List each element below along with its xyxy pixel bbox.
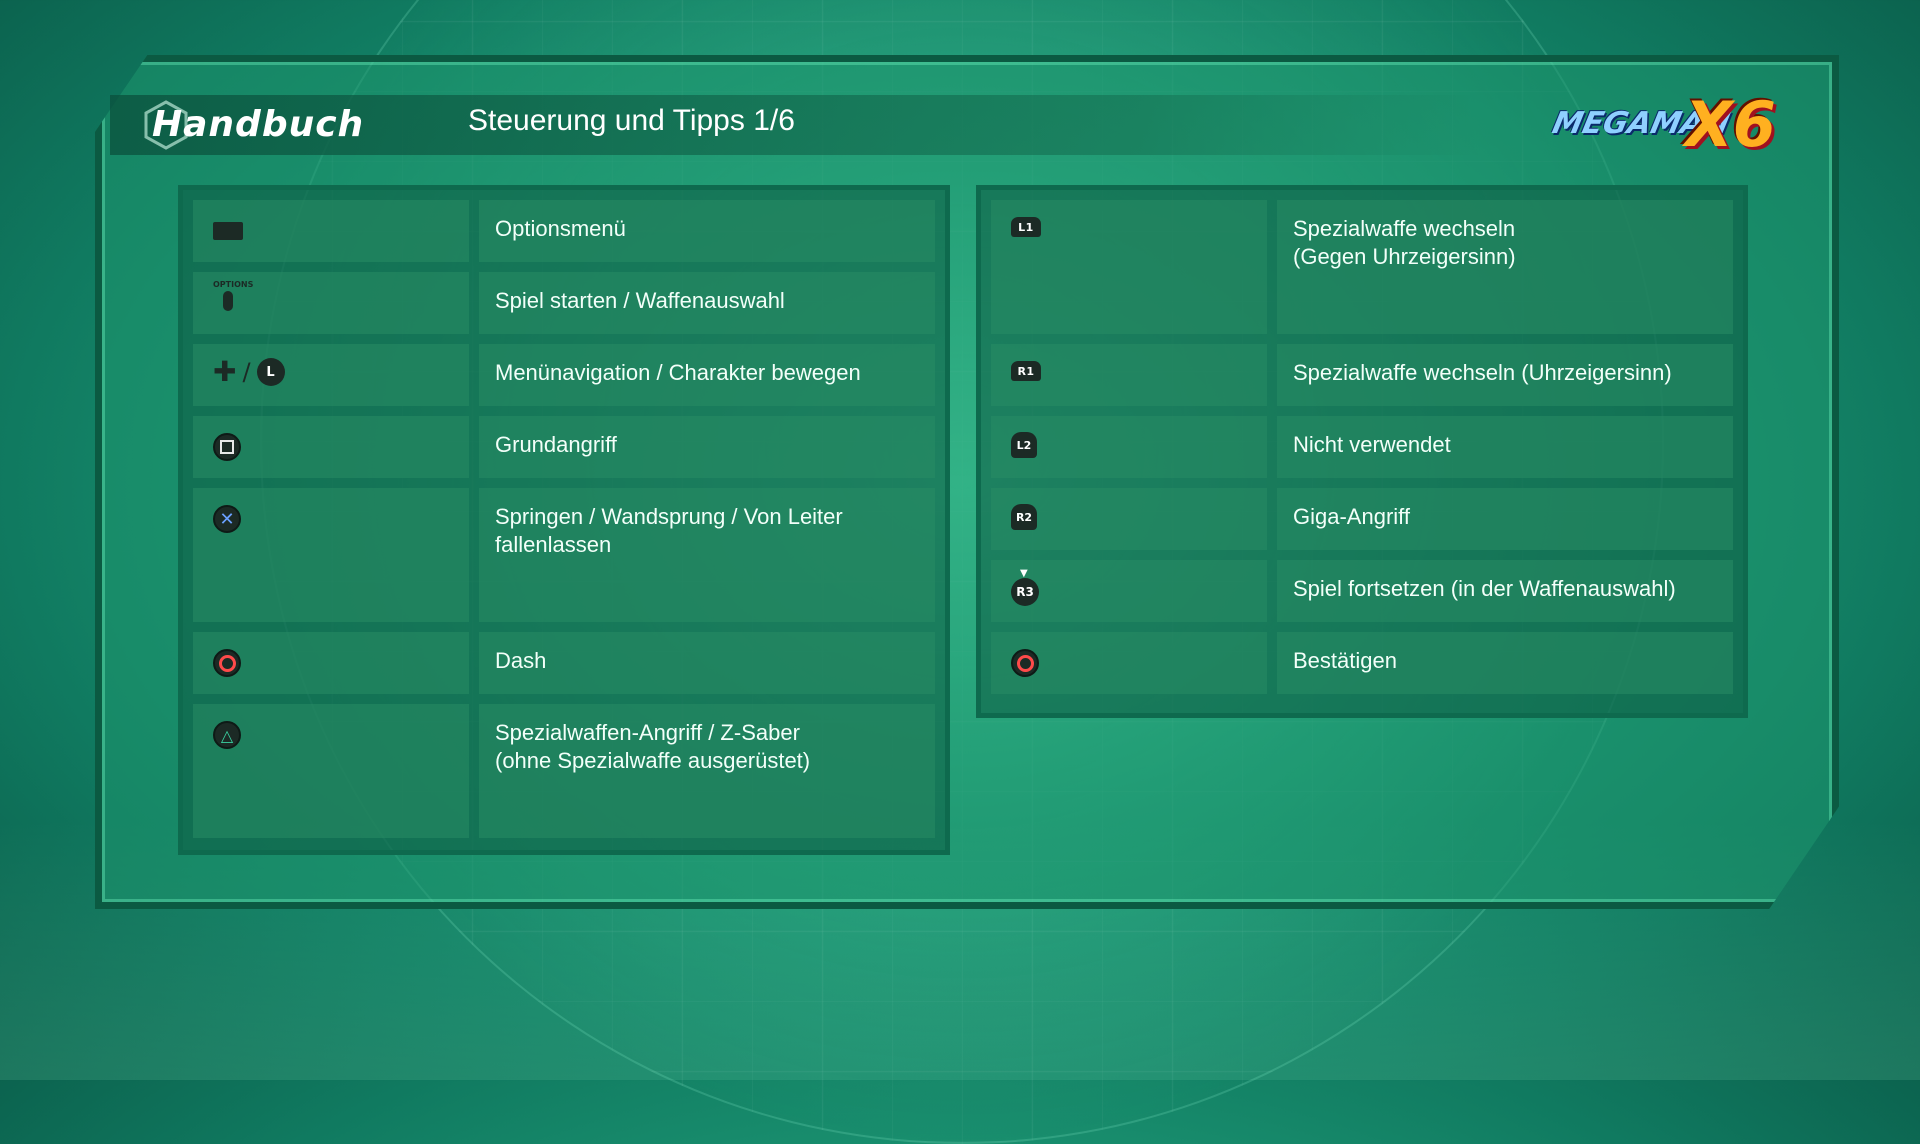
control-label: Spezialwaffe wechseln (Gegen Uhrzeigersi…	[1293, 216, 1516, 269]
control-label: Nicht verwendet	[1293, 432, 1451, 457]
control-row: △ Spezialwaffen-Angriff / Z-Saber (ohne …	[193, 704, 935, 838]
circle-button-icon	[1011, 649, 1039, 677]
control-label: Springen / Wandsprung / Von Leiter falle…	[495, 504, 843, 557]
control-icon-cell	[193, 416, 469, 478]
left-stick-icon: L	[256, 358, 285, 386]
control-row: ✚ / L Menünavigation / Charakter bewegen	[193, 344, 935, 406]
control-label-cell: Dash	[479, 632, 935, 694]
controls-table-right: L1 Spezialwaffe wechseln (Gegen Uhrzeige…	[976, 185, 1748, 718]
page-subtitle: Steuerung und Tipps 1/6	[468, 104, 795, 137]
control-label-cell: Spezialwaffen-Angriff / Z-Saber (ohne Sp…	[479, 704, 935, 838]
control-label: Spezialwaffen-Angriff / Z-Saber (ohne Sp…	[495, 720, 811, 773]
dpad-icon: ✚	[213, 355, 237, 388]
control-icon-cell	[991, 632, 1267, 694]
control-label: Giga-Angriff	[1293, 504, 1410, 529]
r2-button-icon: R2	[1011, 504, 1037, 530]
control-icon-cell: ✚ / L	[193, 344, 469, 406]
control-label: Menünavigation / Charakter bewegen	[495, 360, 861, 385]
control-icon-cell: ✕	[193, 488, 469, 622]
control-label: Spiel starten / Waffenauswahl	[495, 288, 785, 313]
press-down-arrow-icon: ▼	[1020, 568, 1028, 579]
logo-text-x6: X6	[1685, 88, 1776, 161]
control-label: Grundangriff	[495, 432, 617, 457]
dpad-or-left-stick-icon: ✚ / L	[213, 358, 285, 386]
control-label-cell: Springen / Wandsprung / Von Leiter falle…	[479, 488, 935, 622]
square-button-icon	[213, 433, 241, 461]
control-label-cell: Bestätigen	[1277, 632, 1733, 694]
touchpad-button-icon	[213, 222, 243, 240]
control-row: R2 Giga-Angriff	[991, 488, 1733, 550]
control-label-cell: Nicht verwendet	[1277, 416, 1733, 478]
control-row: Dash	[193, 632, 935, 694]
control-icon-cell: R1	[991, 344, 1267, 406]
r1-button-icon: R1	[1011, 361, 1041, 381]
control-label-cell: Spiel starten / Waffenauswahl	[479, 272, 935, 334]
control-label: Bestätigen	[1293, 648, 1397, 673]
control-icon-cell	[193, 200, 469, 262]
control-row: L1 Spezialwaffe wechseln (Gegen Uhrzeige…	[991, 200, 1733, 334]
r3-button-icon: ▼ R3	[1011, 568, 1039, 606]
control-label-cell: Menünavigation / Charakter bewegen	[479, 344, 935, 406]
control-row: OPTIONS Spiel starten / Waffenauswahl	[193, 272, 935, 334]
options-button-icon: OPTIONS	[213, 280, 253, 311]
control-row: ▼ R3 Spiel fortsetzen (in der Waffenausw…	[991, 560, 1733, 622]
control-label: Spezialwaffe wechseln (Uhrzeigersinn)	[1293, 360, 1672, 385]
triangle-button-icon: △	[213, 721, 241, 749]
control-row: ✕ Springen / Wandsprung / Von Leiter fal…	[193, 488, 935, 622]
control-icon-cell: R2	[991, 488, 1267, 550]
control-icon-cell: ▼ R3	[991, 560, 1267, 622]
control-label-cell: Spezialwaffe wechseln (Uhrzeigersinn)	[1277, 344, 1733, 406]
control-label-cell: Spiel fortsetzen (in der Waffenauswahl)	[1277, 560, 1733, 622]
manual-title: Handbuch	[152, 104, 365, 145]
control-label: Dash	[495, 648, 547, 673]
circle-button-icon	[213, 649, 241, 677]
cross-button-icon: ✕	[213, 505, 241, 533]
control-row: Optionsmenü	[193, 200, 935, 262]
control-icon-cell: L1	[991, 200, 1267, 334]
control-label: Spiel fortsetzen (in der Waffenauswahl)	[1293, 576, 1676, 601]
control-label: Optionsmenü	[495, 216, 626, 241]
control-label-cell: Grundangriff	[479, 416, 935, 478]
options-button-caption: OPTIONS	[213, 280, 254, 289]
game-logo: MEGAMAN X6	[1535, 88, 1785, 161]
control-row: R1 Spezialwaffe wechseln (Uhrzeigersinn)	[991, 344, 1733, 406]
control-row: Grundangriff	[193, 416, 935, 478]
controls-table-left: Optionsmenü OPTIONS Spiel starten / Waff…	[178, 185, 950, 855]
control-row: Bestätigen	[991, 632, 1733, 694]
control-icon-cell: OPTIONS	[193, 272, 469, 334]
l1-button-icon: L1	[1011, 217, 1041, 237]
l2-button-icon: L2	[1011, 432, 1037, 458]
control-label-cell: Giga-Angriff	[1277, 488, 1733, 550]
control-icon-cell: L2	[991, 416, 1267, 478]
control-row: L2 Nicht verwendet	[991, 416, 1733, 478]
control-label-cell: Optionsmenü	[479, 200, 935, 262]
icon-separator: /	[242, 358, 251, 386]
r3-button-label: R3	[1016, 585, 1034, 599]
control-icon-cell	[193, 632, 469, 694]
control-icon-cell: △	[193, 704, 469, 838]
control-label-cell: Spezialwaffe wechseln (Gegen Uhrzeigersi…	[1277, 200, 1733, 334]
